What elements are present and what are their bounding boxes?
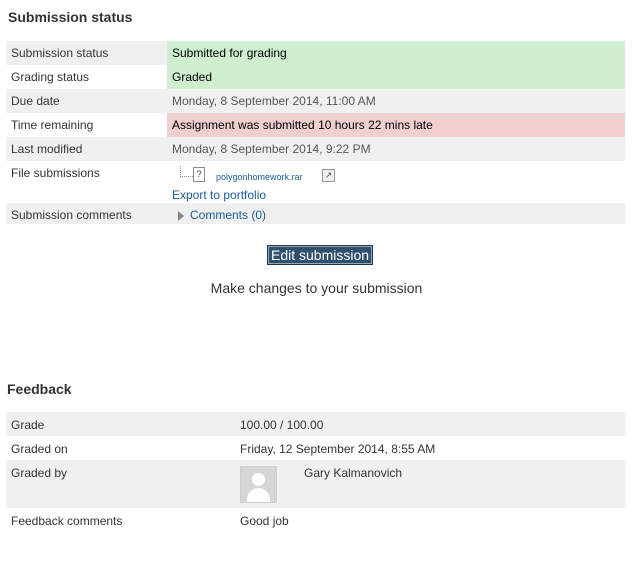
grade-value: 100.00 / 100.00	[235, 412, 625, 436]
edit-submission-button[interactable]: Edit submission	[266, 245, 374, 265]
feedback-comments-label: Feedback comments	[6, 508, 235, 544]
graded-by-row: Graded by Gary Kalmanovich	[6, 460, 625, 508]
submission-comments-value: Comments (0)	[167, 203, 625, 224]
grading-status-value: Graded	[167, 65, 625, 89]
file-submissions-value: ? polygonhomework.rar ↗ Export to portfo…	[167, 161, 625, 203]
last-modified-label: Last modified	[6, 137, 167, 161]
default-user-avatar[interactable]	[240, 466, 277, 503]
due-date-row: Due date Monday, 8 September 2014, 11:00…	[6, 89, 625, 113]
time-remaining-label: Time remaining	[6, 113, 167, 137]
grader-info: Gary Kalmanovich	[240, 466, 625, 506]
due-date-value: Monday, 8 September 2014, 11:00 AM	[167, 89, 625, 113]
export-to-portfolio-link[interactable]: Export to portfolio	[172, 188, 625, 202]
file-submissions-label: File submissions	[6, 161, 167, 203]
portfolio-export-icon[interactable]: ↗	[322, 169, 335, 182]
feedback-comments-value: Good job	[235, 508, 625, 544]
feedback-table: Grade 100.00 / 100.00 Graded on Friday, …	[6, 412, 625, 544]
comments-toggle-label: Comments (0)	[190, 208, 267, 222]
graded-on-row: Graded on Friday, 12 September 2014, 8:5…	[6, 436, 625, 460]
graded-on-label: Graded on	[6, 436, 235, 460]
grader-name: Gary Kalmanovich	[304, 466, 403, 480]
tree-connector	[180, 166, 193, 177]
feedback-heading: Feedback	[7, 381, 72, 397]
grading-status-label: Grading status	[6, 65, 167, 89]
submission-comments-label: Submission comments	[6, 203, 167, 224]
last-modified-row: Last modified Monday, 8 September 2014, …	[6, 137, 625, 161]
file-download-link[interactable]: polygonhomework.rar	[216, 172, 303, 182]
submission-status-heading: Submission status	[8, 9, 133, 25]
graded-by-label: Graded by	[6, 460, 235, 508]
submission-status-value: Submitted for grading	[167, 41, 625, 65]
last-modified-value: Monday, 8 September 2014, 9:22 PM	[167, 137, 625, 161]
submission-status-row: Submission status Submitted for grading	[6, 41, 625, 65]
graded-by-value: Gary Kalmanovich	[235, 460, 625, 508]
file-tree: ? polygonhomework.rar ↗	[172, 166, 625, 184]
expand-caret-icon	[178, 210, 184, 221]
submission-status-label: Submission status	[6, 41, 167, 65]
time-remaining-row: Time remaining Assignment was submitted …	[6, 113, 625, 137]
unknown-file-icon: ?	[193, 167, 205, 182]
submission-comments-row: Submission comments Comments (0)	[6, 203, 625, 224]
due-date-label: Due date	[6, 89, 167, 113]
avatar-body-shape	[247, 488, 270, 502]
graded-on-value: Friday, 12 September 2014, 8:55 AM	[235, 436, 625, 460]
time-remaining-value: Assignment was submitted 10 hours 22 min…	[167, 113, 625, 137]
grade-label: Grade	[6, 412, 235, 436]
avatar-head-shape	[252, 473, 265, 486]
comments-toggle-link[interactable]: Comments (0)	[172, 208, 266, 222]
feedback-comments-row: Feedback comments Good job	[6, 508, 625, 544]
grading-status-row: Grading status Graded	[6, 65, 625, 89]
edit-submission-help: Make changes to your submission	[210, 280, 423, 296]
file-submissions-row: File submissions ? polygonhomework.rar ↗…	[6, 161, 625, 203]
grade-row: Grade 100.00 / 100.00	[6, 412, 625, 436]
submission-status-table: Submission status Submitted for grading …	[6, 41, 625, 224]
